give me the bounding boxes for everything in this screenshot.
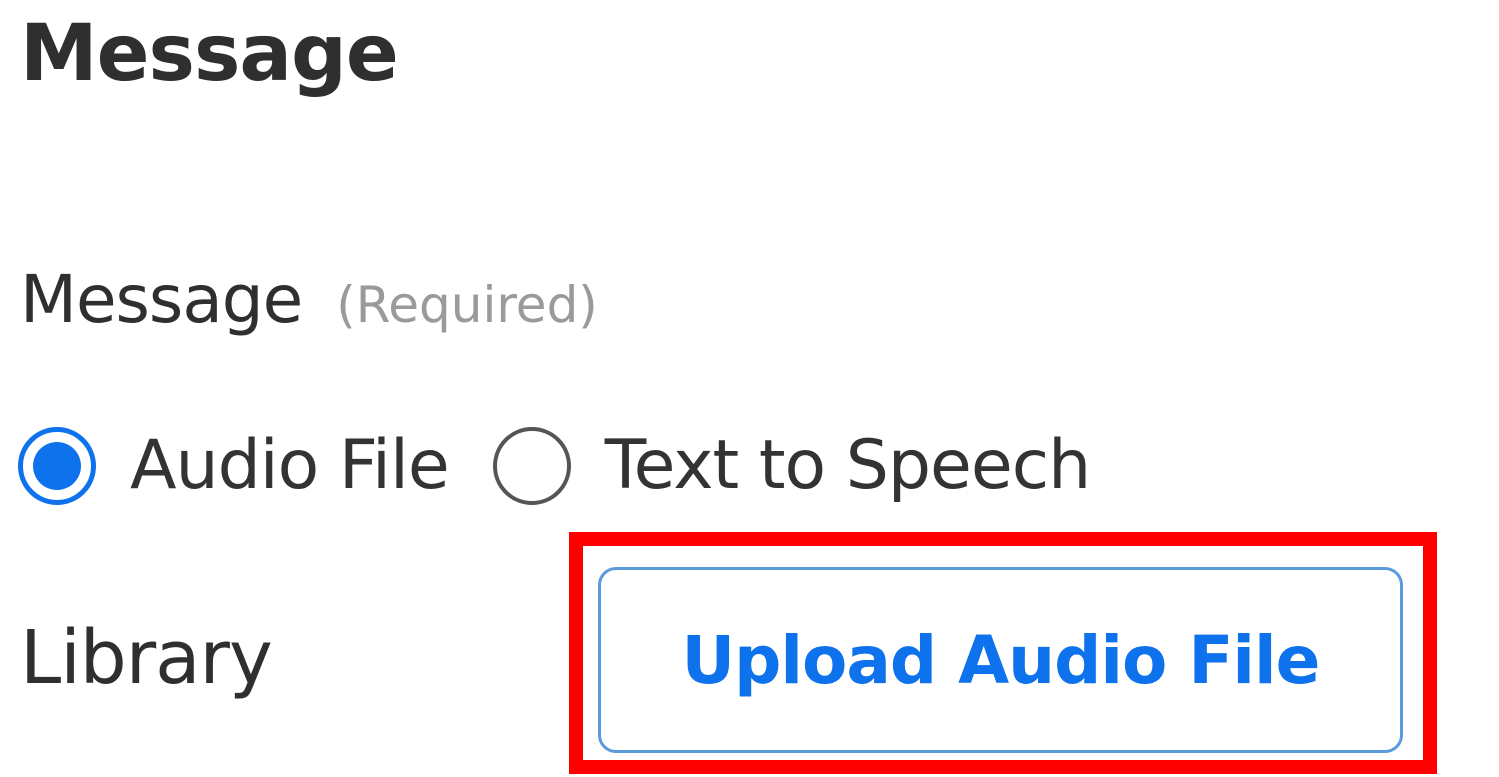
- message-field-label: Message: [20, 261, 303, 338]
- message-field-label-row: Message (Required): [20, 252, 598, 348]
- radio-label-text-to-speech[interactable]: Text to Speech: [605, 420, 1092, 512]
- section-heading: Message: [20, 9, 399, 99]
- radio-button-checked[interactable]: [18, 427, 96, 505]
- radio-option-text-to-speech[interactable]: Text to Speech: [492, 420, 1092, 512]
- radio-label-audio-file[interactable]: Audio File: [130, 420, 450, 512]
- upload-audio-file-button[interactable]: Upload Audio File: [598, 567, 1403, 753]
- library-label: Library: [20, 615, 273, 701]
- required-hint: (Required): [336, 276, 598, 334]
- radio-option-audio-file[interactable]: Audio File: [18, 420, 450, 512]
- radio-button-unchecked[interactable]: [492, 427, 571, 505]
- message-type-radio-group: Audio File Text to Speech: [18, 420, 1092, 512]
